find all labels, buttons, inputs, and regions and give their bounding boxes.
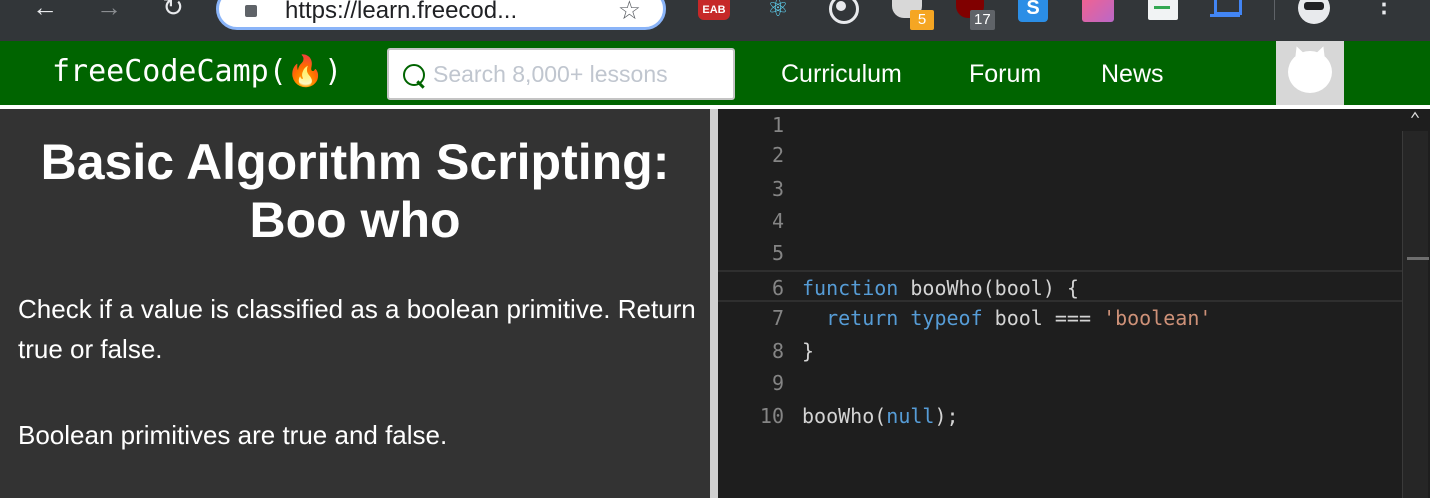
keyword-token: return <box>826 306 899 330</box>
editor-scrollbar[interactable] <box>1402 131 1429 498</box>
github-octocat-icon <box>1288 51 1332 93</box>
string-token: 'boolean' <box>1103 306 1212 330</box>
search-icon <box>403 64 425 88</box>
frame-extension-icon[interactable] <box>1210 0 1242 22</box>
browser-toolbar: ← → ↻ https://learn.freecod... ☆ EAB ⚛ 5… <box>0 0 1430 41</box>
toolbar-separator <box>1274 0 1275 20</box>
code-text[interactable]: } <box>802 335 814 367</box>
keyword-token: function <box>802 276 899 300</box>
lesson-title: Basic Algorithm Scripting: Boo who <box>40 134 670 248</box>
code-token: booWho(bool) { <box>898 276 1079 300</box>
search-input[interactable] <box>433 50 723 98</box>
back-arrow-icon[interactable]: ← <box>30 0 60 20</box>
line-number: 7 <box>771 306 784 330</box>
target-icon[interactable] <box>826 0 859 24</box>
line-number: 5 <box>771 241 784 265</box>
code-line[interactable]: 3 <box>718 173 1424 205</box>
eab-icon[interactable]: EAB <box>698 0 730 20</box>
lock-icon <box>245 5 257 17</box>
code-text[interactable]: return typeof bool === 'boolean' <box>802 302 1211 334</box>
code-token: ); <box>934 404 959 428</box>
line-number: 9 <box>771 371 784 395</box>
line-number: 8 <box>771 339 784 363</box>
ublock-badge: 17 <box>970 10 995 30</box>
line-number: 1 <box>771 113 784 137</box>
line-number: 10 <box>759 404 784 428</box>
gradient-extension-icon[interactable] <box>1082 0 1114 22</box>
code-line[interactable]: 7 return typeof bool === 'boolean' <box>718 302 1424 334</box>
pane-resize-handle[interactable] <box>710 109 718 498</box>
raccoon-badge: 5 <box>910 10 934 30</box>
line-number: 2 <box>771 143 784 167</box>
code-token: bool === <box>982 306 1104 330</box>
line-number: 4 <box>771 209 784 233</box>
reload-icon[interactable]: ↻ <box>158 0 188 20</box>
code-line[interactable]: 5 <box>718 237 1424 269</box>
forward-arrow-icon[interactable]: → <box>94 0 124 20</box>
code-line[interactable]: 8} <box>718 335 1424 367</box>
code-text[interactable]: booWho(null); <box>802 400 959 432</box>
code-line[interactable]: 10 booWho(null); <box>718 400 1424 432</box>
bookmark-star-icon[interactable]: ☆ <box>618 0 641 26</box>
lesson-description: Check if a value is classified as a bool… <box>18 294 696 364</box>
scroll-position-marker <box>1407 257 1429 260</box>
code-editor[interactable]: 1 2 3 4 5 6 function booWho(bool) {7 return ty… <box>718 109 1430 498</box>
brand-logo[interactable]: freeCodeCamp(🔥) <box>52 53 342 91</box>
line-number: 6 <box>771 276 784 300</box>
line-number: 3 <box>771 177 784 201</box>
scroll-up-icon[interactable]: ⌃ <box>1402 109 1428 131</box>
s-extension-icon[interactable]: S <box>1018 0 1048 22</box>
code-text[interactable]: function booWho(bool) { <box>802 272 1079 304</box>
nav-link-curriculum[interactable]: Curriculum <box>781 60 902 88</box>
code-line[interactable]: 2 <box>718 139 1424 171</box>
code-line[interactable]: 1 <box>718 109 1424 141</box>
doc-extension-icon[interactable] <box>1148 0 1178 20</box>
keyword-token: null <box>886 404 935 428</box>
nav-link-forum[interactable]: Forum <box>969 60 1041 88</box>
code-line[interactable]: 6 function booWho(bool) { <box>718 270 1424 302</box>
keyword-token: typeof <box>910 306 983 330</box>
react-devtools-icon[interactable]: ⚛ <box>764 0 792 22</box>
lesson-panel: Basic Algorithm Scripting: Boo who Check… <box>0 109 710 498</box>
user-avatar[interactable] <box>1276 41 1344 105</box>
profile-avatar-icon[interactable] <box>1298 0 1330 24</box>
site-navbar: freeCodeCamp(🔥) Curriculum Forum News <box>0 41 1430 109</box>
more-menu-icon[interactable]: ⋮ <box>1372 0 1396 20</box>
url-text[interactable]: https://learn.freecod... <box>285 0 517 25</box>
code-token: booWho( <box>802 404 887 428</box>
address-bar[interactable]: https://learn.freecod... ☆ <box>216 0 666 30</box>
nav-link-news[interactable]: News <box>1101 60 1164 88</box>
code-line[interactable]: 4 <box>718 205 1424 237</box>
lesson-description-note: Boolean primitives are true and false. <box>18 420 448 450</box>
code-line[interactable]: 9 <box>718 367 1424 399</box>
code-token: } <box>802 339 815 363</box>
search-box[interactable] <box>387 48 735 100</box>
